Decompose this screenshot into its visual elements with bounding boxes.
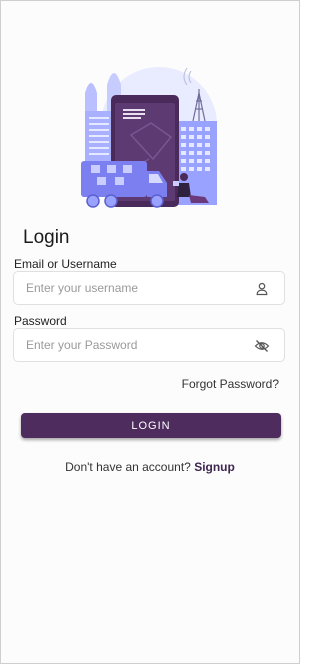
signup-link[interactable]: Signup (194, 460, 235, 474)
password-input[interactable] (26, 337, 246, 353)
login-button[interactable]: LOGIN (21, 413, 281, 438)
forgot-password-link[interactable]: Forgot Password? (182, 377, 279, 391)
page-title: Login (23, 227, 70, 248)
signup-prompt: Don't have an account? (65, 460, 191, 474)
signup-row: Don't have an account? Signup (1, 460, 299, 474)
user-icon (256, 282, 268, 296)
password-field-container[interactable] (13, 328, 285, 362)
email-input[interactable] (26, 280, 246, 296)
delivery-illustration (81, 67, 217, 208)
password-label: Password (14, 314, 67, 328)
email-label: Email or Username (14, 257, 117, 271)
eye-off-icon[interactable] (254, 338, 270, 354)
login-screen: Login Email or Username Password Forgot … (0, 0, 300, 664)
email-field-container[interactable] (13, 271, 285, 305)
